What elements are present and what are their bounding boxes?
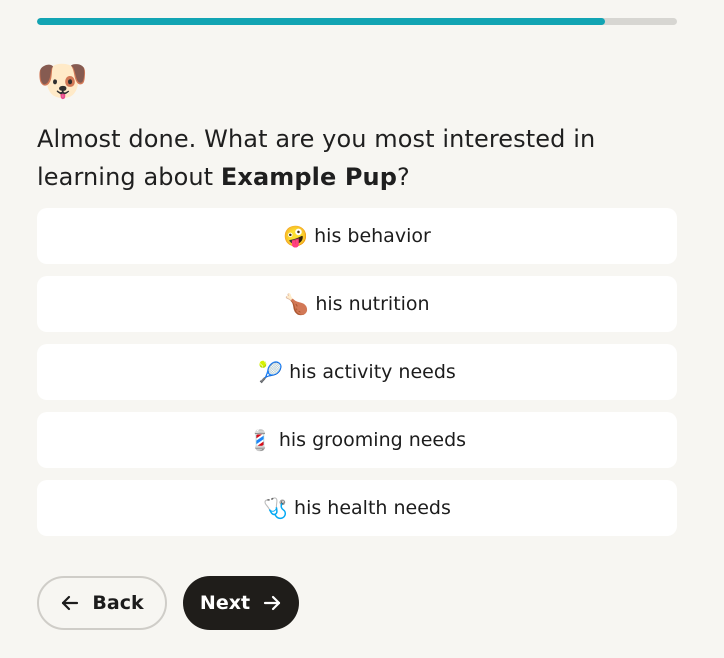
pet-name: Example Pup: [220, 163, 397, 191]
option-label: his activity needs: [289, 361, 456, 383]
option-behavior[interactable]: 🤪 his behavior: [37, 208, 677, 264]
progress-bar: [37, 18, 677, 25]
option-activity-needs[interactable]: 🎾 his activity needs: [37, 344, 677, 400]
question-text: Almost done. What are you most intereste…: [37, 120, 687, 196]
barber-pole-icon: 💈: [247, 428, 273, 452]
drumstick-icon: 🍗: [284, 292, 310, 316]
option-grooming-needs[interactable]: 💈 his grooming needs: [37, 412, 677, 468]
question-suffix: ?: [397, 163, 410, 191]
options-list: 🤪 his behavior 🍗 his nutrition 🎾 his act…: [37, 208, 677, 548]
next-button-label: Next: [199, 592, 251, 614]
option-health-needs[interactable]: 🩺 his health needs: [37, 480, 677, 536]
arrow-right-icon: [262, 593, 282, 613]
zany-face-icon: 🤪: [283, 224, 309, 248]
arrow-left-icon: [60, 593, 80, 613]
stethoscope-icon: 🩺: [263, 496, 289, 520]
option-label: his grooming needs: [278, 429, 467, 451]
option-label: his nutrition: [315, 293, 430, 315]
dog-face-icon: 🐶: [36, 56, 89, 105]
option-label: his behavior: [314, 225, 431, 247]
tennis-ball-icon: 🎾: [258, 360, 284, 384]
option-label: his health needs: [294, 497, 451, 519]
progress-bar-fill: [37, 18, 606, 25]
next-button[interactable]: Next: [183, 576, 299, 630]
option-nutrition[interactable]: 🍗 his nutrition: [37, 276, 677, 332]
back-button-label: Back: [92, 592, 144, 614]
back-button[interactable]: Back: [37, 576, 167, 630]
